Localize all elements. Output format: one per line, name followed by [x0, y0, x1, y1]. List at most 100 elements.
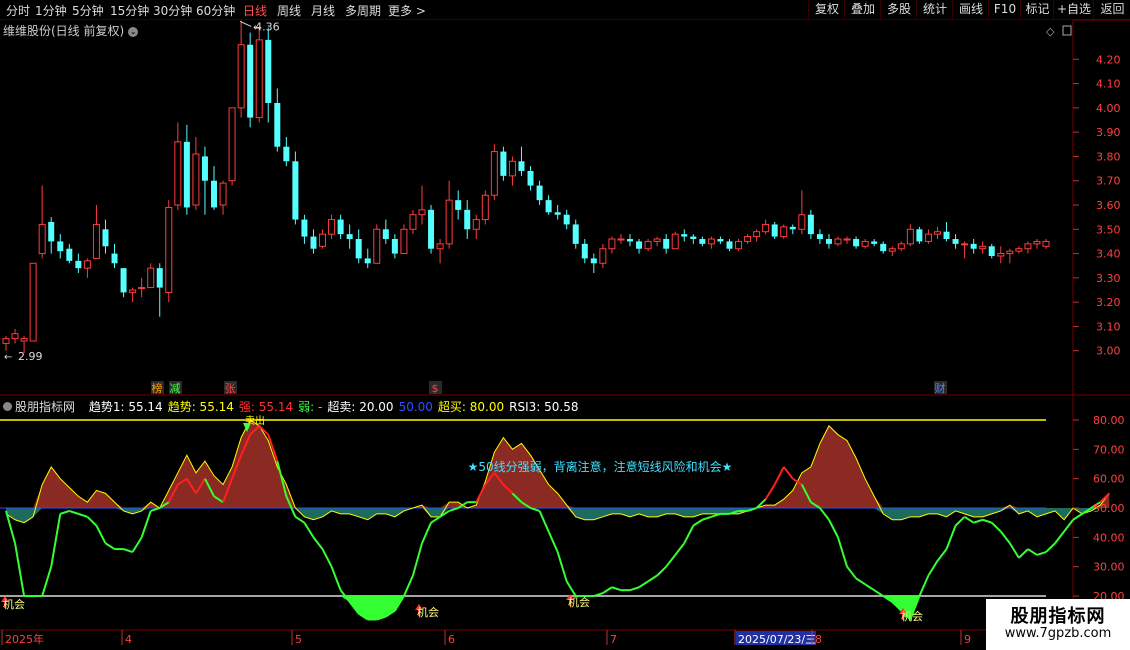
- candle: [599, 243, 607, 269]
- price-tick-label: 3.90: [1096, 126, 1121, 139]
- event-marker: 减: [170, 382, 181, 395]
- candle-body: [843, 238, 851, 241]
- candle: [861, 239, 869, 249]
- indicator-settings-icon[interactable]: [3, 402, 12, 411]
- trend-line-segment: [41, 566, 53, 597]
- price-tick-label: 4.00: [1096, 102, 1121, 115]
- candle-body: [888, 248, 896, 252]
- indicator-tick-label: 50.00: [1093, 502, 1125, 515]
- date-label: 5: [295, 633, 302, 646]
- candle: [328, 214, 336, 240]
- candle-body: [572, 224, 579, 244]
- date-label: 4: [125, 633, 132, 646]
- candle-body: [111, 253, 118, 264]
- chart-canvas[interactable]: ★50线分强弱，背离注意，注意短线风险和机会★卖出机会机会机会机会 ◇4.204…: [0, 0, 1130, 650]
- candle-body: [192, 153, 200, 206]
- candle: [219, 180, 227, 215]
- candle: [255, 27, 263, 123]
- candle-body: [11, 333, 19, 340]
- candle-body: [283, 146, 290, 162]
- indicator-value: 超买: 80.00: [437, 400, 505, 414]
- candle-body: [627, 239, 633, 242]
- candle: [310, 229, 317, 254]
- candle: [988, 243, 995, 259]
- candle-body: [636, 241, 643, 249]
- candle-body: [247, 44, 254, 118]
- candle: [292, 151, 299, 225]
- candle-body: [337, 219, 344, 235]
- candle-body: [409, 214, 417, 230]
- candle-body: [319, 233, 327, 247]
- candle-body: [490, 151, 498, 196]
- candle: [563, 209, 570, 230]
- candle: [627, 234, 633, 247]
- trend-line-segment: [538, 510, 550, 532]
- candle-body: [1015, 248, 1023, 252]
- candle-body: [373, 228, 381, 264]
- trend-line-segment: [964, 515, 975, 524]
- candle-body: [38, 223, 46, 255]
- candle-body: [237, 44, 245, 109]
- candle-body: [563, 214, 570, 225]
- candle-body: [699, 239, 706, 244]
- candle-body: [536, 185, 543, 201]
- candle: [771, 222, 778, 240]
- candle-body: [201, 156, 208, 181]
- candle-body: [310, 236, 317, 249]
- candle: [807, 209, 814, 240]
- candle-body: [500, 151, 507, 176]
- date-label: 7: [610, 633, 617, 646]
- candle: [174, 122, 182, 210]
- candle: [165, 200, 173, 303]
- high-marker-line: [239, 20, 252, 27]
- candle: [798, 190, 806, 235]
- candle: [834, 236, 842, 247]
- candle-body: [599, 248, 607, 264]
- candle: [183, 124, 190, 215]
- candle: [428, 205, 435, 254]
- opportunity-label: 机会: [3, 597, 25, 611]
- candle: [979, 241, 987, 254]
- candle-body: [744, 236, 752, 242]
- candle-body: [644, 240, 652, 250]
- trend-line-segment: [864, 583, 875, 592]
- price-tick-label: 3.60: [1096, 199, 1121, 212]
- candle: [48, 217, 55, 254]
- candle-body: [92, 223, 100, 259]
- candle-body: [762, 223, 770, 233]
- candle: [138, 277, 146, 298]
- trend-line-segment: [918, 575, 930, 597]
- trend-line-segment: [927, 560, 939, 577]
- candle-body: [690, 236, 697, 240]
- indicator-value: RSI3: 50.58: [509, 400, 579, 414]
- trend-line-segment: [1072, 513, 1083, 521]
- candle-body: [1024, 243, 1032, 250]
- trend-line-segment: [665, 554, 677, 568]
- candle-body: [681, 234, 688, 237]
- candle-body: [508, 160, 516, 177]
- candle: [274, 88, 281, 152]
- trend-line-segment: [1054, 530, 1065, 544]
- weak-area: [6, 508, 1110, 523]
- trend-line-segment: [104, 542, 116, 550]
- candle-body: [436, 243, 444, 250]
- indicator-tick-label: 60.00: [1093, 473, 1125, 486]
- price-tick-label: 3.20: [1096, 296, 1121, 309]
- candle: [943, 222, 950, 242]
- trend-line-segment: [294, 515, 305, 524]
- candle-body: [156, 268, 163, 288]
- candle: [545, 195, 552, 215]
- trend-line-segment: [656, 565, 667, 577]
- price-tick-label: 3.70: [1096, 175, 1121, 188]
- candle: [129, 287, 137, 303]
- candle: [75, 253, 82, 274]
- candle-body: [445, 199, 453, 245]
- trend-line-segment: [321, 548, 333, 568]
- candle: [572, 219, 579, 249]
- trend-line-segment: [873, 589, 884, 597]
- candle: [636, 239, 643, 254]
- trend-line-segment: [411, 542, 423, 576]
- candle-body: [228, 107, 236, 182]
- date-label: 6: [448, 633, 455, 646]
- indicator-name[interactable]: 股朋指标网: [3, 400, 80, 414]
